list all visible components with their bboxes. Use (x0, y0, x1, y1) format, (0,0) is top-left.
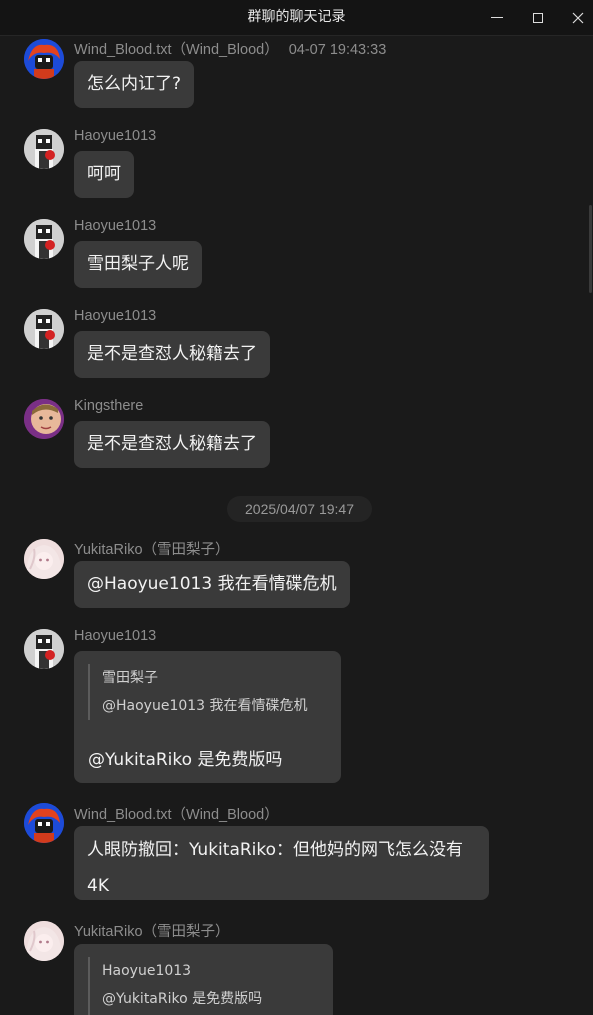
yukitariko-avatar-icon (24, 539, 64, 579)
message-bubble[interactable]: 雪田梨子人呢 (74, 241, 202, 288)
quoted-message[interactable]: 雪田梨子 @Haoyue1013 我在看情碟危机 (88, 664, 308, 720)
sender-name: Wind_Blood.txt（Wind_Blood） (74, 807, 279, 823)
scrollbar-thumb[interactable] (589, 205, 592, 293)
maximize-icon (533, 12, 543, 23)
close-icon (572, 12, 584, 23)
avatar[interactable] (24, 803, 64, 843)
wind-blood-avatar-icon (24, 803, 64, 843)
sender-name: YukitaRiko（雪田梨子） (74, 542, 230, 558)
avatar[interactable] (24, 39, 64, 79)
date-divider: 2025/04/07 19:47 (227, 496, 372, 522)
sender-name: YukitaRiko（雪田梨子） (74, 924, 230, 940)
sender-name: Wind_Blood.txt（Wind_Blood） 04-07 19:43:33 (74, 42, 387, 58)
avatar[interactable] (24, 129, 64, 169)
sender-name: Haoyue1013 (74, 128, 157, 144)
message-time: 04-07 19:43:33 (288, 42, 387, 58)
wind-blood-avatar-icon (24, 39, 64, 79)
haoyue-avatar-icon (24, 309, 64, 349)
title-bar: 群聊的聊天记录 (0, 0, 593, 36)
sender-name: Haoyue1013 (74, 308, 157, 324)
yukitariko-avatar-icon (24, 921, 64, 961)
haoyue-avatar-icon (24, 129, 64, 169)
message-bubble[interactable]: 人眼防撤回：YukitaRiko：但他妈的网飞怎么没有4K (74, 826, 489, 900)
close-button[interactable] (558, 0, 593, 35)
minimize-icon (491, 17, 503, 18)
maximize-button[interactable] (518, 0, 558, 35)
message-bubble[interactable]: 怎么内讧了? (74, 61, 195, 108)
avatar[interactable] (24, 219, 64, 259)
message-text: @YukitaRiko 是免费版吗 (88, 750, 283, 770)
avatar[interactable] (24, 921, 64, 961)
quote-text: @YukitaRiko 是免费版吗 (102, 991, 263, 1007)
quote-author: 雪田梨子 (102, 670, 158, 686)
haoyue-avatar-icon (24, 219, 64, 259)
message-bubble[interactable]: 呵呵 (74, 151, 134, 198)
quote-author: Haoyue1013 (102, 963, 192, 979)
haoyue-avatar-icon (24, 629, 64, 669)
sender-name: Kingsthere (74, 398, 144, 414)
avatar[interactable] (24, 399, 64, 439)
sender-name: Haoyue1013 (74, 218, 157, 234)
sender-name: Haoyue1013 (74, 628, 157, 644)
quote-text: @Haoyue1013 我在看情碟危机 (102, 698, 308, 714)
avatar[interactable] (24, 539, 64, 579)
avatar[interactable] (24, 629, 64, 669)
minimize-button[interactable] (477, 0, 517, 35)
kingsthere-avatar-icon (24, 399, 64, 439)
message-bubble[interactable]: @Haoyue1013 我在看情碟危机 (74, 561, 350, 608)
message-bubble[interactable]: 是不是查怼人秘籍去了 (74, 331, 270, 378)
message-bubble[interactable]: 是不是查怼人秘籍去了 (74, 421, 270, 468)
avatar[interactable] (24, 309, 64, 349)
quoted-message[interactable]: Haoyue1013 @YukitaRiko 是免费版吗 (88, 957, 262, 1015)
